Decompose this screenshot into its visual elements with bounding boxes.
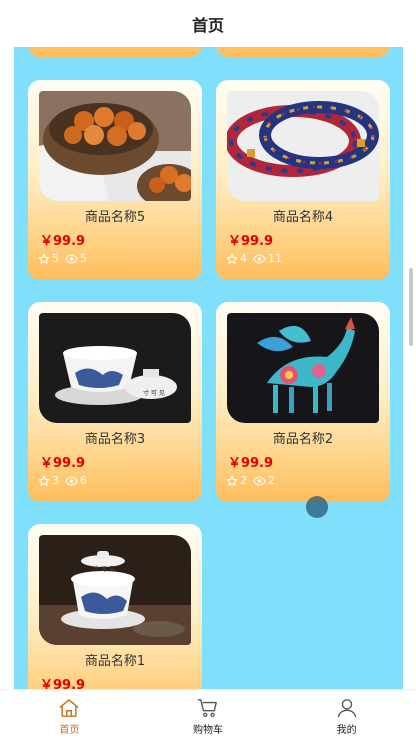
product-price: ￥99.9 xyxy=(228,456,274,471)
product-name: 商品名称5 xyxy=(84,210,146,225)
star-count: 4 xyxy=(240,252,247,265)
product-name: 商品名称3 xyxy=(84,432,146,447)
tab-label: 我的 xyxy=(336,725,357,736)
tab-home[interactable]: 首页 xyxy=(0,690,139,740)
page-header: 首页 xyxy=(0,0,416,47)
svg-text:寸 可 见: 寸 可 见 xyxy=(143,389,165,397)
view-count: 6 xyxy=(80,474,87,487)
user-icon xyxy=(337,699,356,718)
star-count: 5 xyxy=(52,252,59,265)
product-name: 商品名称1 xyxy=(84,654,146,669)
eye-icon xyxy=(65,475,78,486)
product-stats: 5 5 xyxy=(38,252,93,265)
product-card[interactable]: 寸 可 见 商品名称1 ￥99.9 xyxy=(28,524,202,689)
product-card[interactable]: 商品名称4 ￥99.9 4 11 xyxy=(216,80,390,280)
star-icon xyxy=(226,253,238,264)
bottom-tab-bar: 首页 购物车 我的 xyxy=(0,689,416,740)
product-card[interactable]: 寸 可 见 商品名称3 ￥99.9 3 6 xyxy=(28,302,202,502)
product-image-bracelets[interactable] xyxy=(227,91,379,201)
product-image-teacup[interactable]: 寸 可 见 xyxy=(39,313,191,423)
tab-label: 购物车 xyxy=(193,725,223,736)
product-price: ￥99.9 xyxy=(40,234,86,249)
product-image-tea-set[interactable]: 寸 可 见 xyxy=(39,535,191,645)
touch-indicator xyxy=(306,496,328,518)
home-icon xyxy=(59,699,79,717)
product-image-alebrije[interactable] xyxy=(227,313,379,423)
view-count: 11 xyxy=(268,252,282,265)
star-icon xyxy=(38,475,50,486)
star-icon xyxy=(38,253,50,264)
product-card-partial[interactable] xyxy=(216,47,390,57)
product-card[interactable]: 商品名称5 ￥99.9 5 5 xyxy=(28,80,202,280)
scrollbar[interactable] xyxy=(409,268,413,346)
star-count: 3 xyxy=(52,474,59,487)
view-count: 5 xyxy=(80,252,87,265)
tab-label: 首页 xyxy=(59,725,80,736)
svg-text:寸 可 见: 寸 可 见 xyxy=(93,565,115,573)
product-card-partial[interactable] xyxy=(28,47,202,57)
tab-profile[interactable]: 我的 xyxy=(277,690,416,740)
product-image-oranges[interactable] xyxy=(39,91,191,201)
eye-icon xyxy=(65,253,78,264)
page-title: 首页 xyxy=(191,15,224,35)
product-card[interactable]: 商品名称2 ￥99.9 2 2 xyxy=(216,302,390,502)
view-count: 2 xyxy=(268,474,275,487)
product-price: ￥99.9 xyxy=(40,456,86,471)
product-price: ￥99.9 xyxy=(228,234,274,249)
product-price: ￥99.9 xyxy=(40,678,86,689)
star-count: 2 xyxy=(240,474,247,487)
star-icon xyxy=(226,475,238,486)
product-stats: 2 2 xyxy=(226,474,281,487)
tab-cart[interactable]: 购物车 xyxy=(139,690,278,740)
product-stats: 4 11 xyxy=(226,252,288,265)
eye-icon xyxy=(253,253,266,264)
eye-icon xyxy=(253,475,266,486)
cart-icon xyxy=(198,699,217,717)
product-stats: 3 6 xyxy=(38,474,93,487)
product-name: 商品名称4 xyxy=(272,210,334,225)
product-grid[interactable]: 商品名称5 ￥99.9 5 5 商品名称4 ￥99.9 4 11 寸 可 见 商… xyxy=(14,47,403,689)
product-name: 商品名称2 xyxy=(272,432,334,447)
